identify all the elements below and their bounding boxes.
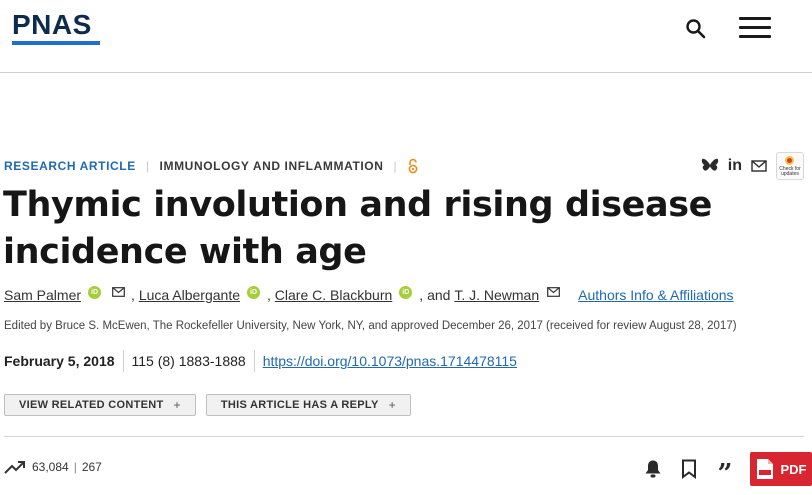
citation-volume: 115 (8) 1883-1888 (131, 353, 246, 369)
author-separator: , and (419, 287, 451, 303)
doi-link[interactable]: https://doi.org/10.1073/pnas.1714478115 (263, 353, 517, 369)
menu-button[interactable] (739, 17, 771, 41)
crossmark-badge (785, 156, 794, 165)
hamburger-menu-icon (739, 17, 771, 20)
search-button[interactable] (684, 17, 708, 41)
crossmark-icon[interactable]: Check for updates (776, 152, 804, 180)
vertical-divider (122, 350, 124, 372)
article-tools: ” PDF (642, 452, 812, 487)
button-label: THIS ARTICLE HAS A REPLY (220, 399, 379, 411)
author-list: Sam Palmer iD , Luca Albergante iD , Cla… (4, 285, 734, 303)
orcid-icon[interactable]: iD (88, 285, 102, 299)
publication-info: February 5, 2018 115 (8) 1883-1888 https… (4, 350, 517, 372)
pdf-label: PDF (780, 461, 807, 477)
email-icon[interactable] (547, 287, 561, 297)
site-header: PNAS (0, 0, 812, 73)
view-related-content-button[interactable]: VIEW RELATED CONTENT + (4, 394, 196, 416)
plus-icon: + (173, 398, 181, 412)
citations-count: 267 (81, 460, 102, 474)
section-divider (4, 436, 804, 437)
publication-date: February 5, 2018 (4, 353, 115, 369)
open-access-lock-icon (408, 158, 418, 174)
article-title: Thymic involution and rising disease inc… (3, 185, 712, 272)
author-link[interactable]: Clare C. Blackburn (275, 287, 393, 303)
authors-info-affiliations-link[interactable]: Authors Info & Affiliations (578, 287, 733, 303)
edited-by-note: Edited by Bruce S. McEwen, The Rockefell… (4, 320, 737, 332)
metrics-separator: | (73, 460, 77, 474)
pnas-logo[interactable]: PNAS (12, 10, 100, 45)
author-link[interactable]: T. J. Newman (454, 287, 539, 303)
article-has-reply-button[interactable]: THIS ARTICLE HAS A REPLY + (205, 394, 411, 416)
plus-icon: + (388, 398, 396, 412)
button-label: VIEW RELATED CONTENT (19, 399, 164, 411)
share-toolbar: in Check for updates (701, 152, 804, 180)
quote-icon: ” (717, 459, 733, 489)
meta-separator: | (393, 159, 398, 173)
crossmark-label: Check for updates (779, 166, 801, 177)
bookmark-button[interactable] (678, 458, 700, 480)
trending-up-icon (4, 461, 25, 474)
logo-text: PNAS (12, 9, 92, 40)
author-link[interactable]: Luca Albergante (139, 287, 240, 303)
related-buttons: VIEW RELATED CONTENT + THIS ARTICLE HAS … (4, 394, 411, 416)
hamburger-line (739, 26, 771, 29)
search-icon (686, 19, 706, 39)
article-type-link[interactable]: RESEARCH ARTICLE (4, 159, 136, 173)
subject-link[interactable]: IMMUNOLOGY AND INFLAMMATION (160, 159, 384, 173)
orcid-icon[interactable]: iD (247, 285, 261, 299)
pdf-button[interactable]: PDF (750, 452, 812, 486)
logo-underline (12, 41, 100, 45)
article-metrics[interactable]: 63,084 | 267 (4, 460, 102, 474)
author-link[interactable]: Sam Palmer (4, 287, 81, 303)
email-icon[interactable] (751, 160, 767, 172)
meta-separator: | (145, 159, 150, 173)
hamburger-line (739, 35, 771, 38)
bluesky-icon[interactable] (701, 158, 719, 174)
cite-button[interactable]: ” (714, 458, 736, 487)
pdf-icon (756, 459, 773, 479)
vertical-divider (253, 350, 255, 372)
author-separator: , (267, 287, 271, 303)
linkedin-icon[interactable]: in (728, 157, 742, 175)
alert-button[interactable] (642, 458, 664, 480)
orcid-icon[interactable]: iD (399, 285, 413, 299)
views-count: 63,084 (32, 460, 69, 474)
email-icon[interactable] (112, 287, 125, 297)
author-separator: , (131, 287, 135, 303)
bookmark-icon (682, 459, 696, 479)
article-meta-row: RESEARCH ARTICLE | IMMUNOLOGY AND INFLAM… (4, 157, 419, 175)
bell-icon (645, 460, 661, 478)
